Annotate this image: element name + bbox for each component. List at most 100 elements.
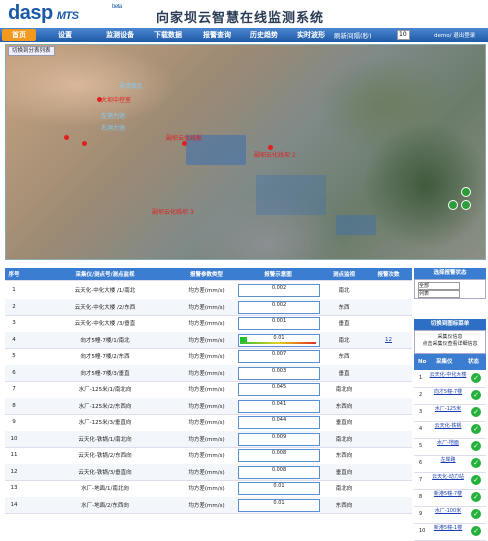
collector-name[interactable]: 新港5幢-1楼 bbox=[429, 525, 467, 531]
collector-item[interactable]: 10 新港5幢-1楼 ✓ bbox=[414, 523, 486, 541]
nav-alarm-query[interactable]: 报警查询 bbox=[196, 29, 238, 41]
collector-item[interactable]: 6 左岸路 ✓ bbox=[414, 455, 486, 473]
row-dir: 垂直向 bbox=[335, 420, 353, 427]
alarm-count-link[interactable]: 12 bbox=[365, 332, 412, 349]
map-zoom-icon[interactable] bbox=[448, 200, 458, 210]
table-row[interactable]: 14 水厂-地面/2/东西向 均方差(mm/s) 0.01 东西向 bbox=[5, 496, 412, 514]
map-marker[interactable] bbox=[82, 141, 87, 146]
row-name: 水厂-地面/1/南北向 bbox=[81, 486, 129, 493]
alarm-count-link[interactable] bbox=[365, 365, 412, 382]
alarm-option-list[interactable]: 列表 bbox=[418, 290, 460, 298]
status-ok-icon: ✓ bbox=[471, 407, 481, 417]
collector-item[interactable]: 2 向才5幢-7楼 ✓ bbox=[414, 387, 486, 405]
nav-devices[interactable]: 监测设备 bbox=[98, 29, 142, 41]
table-row[interactable]: 4 向才5幢-7楼/1/南北 均方差(mm/s) 0.01 南北 12 bbox=[5, 331, 412, 349]
nav-download[interactable]: 下载数据 bbox=[147, 29, 189, 41]
row-name: 水厂-125米/1/南北向 bbox=[78, 387, 132, 394]
table-row[interactable]: 10 云天化-铁锅/1/南北向 均方差(mm/s) 0.009 南北向 bbox=[5, 430, 412, 448]
alarm-count-link[interactable] bbox=[365, 414, 412, 431]
switch-icon-menu[interactable]: 切换到图标菜单 bbox=[414, 319, 486, 330]
alarm-count-link[interactable] bbox=[365, 348, 412, 365]
table-row[interactable]: 5 向才5幢-7楼/2/东西 均方差(mm/s) 0.007 东西 bbox=[5, 348, 412, 366]
row-name: 向才5幢-7楼/2/东西 bbox=[80, 354, 130, 361]
alarm-bar: 0.041 bbox=[238, 399, 320, 413]
collector-item[interactable]: 8 新港5幢-7楼 ✓ bbox=[414, 489, 486, 507]
nav-home[interactable]: 首页 bbox=[2, 29, 36, 41]
collector-name[interactable]: 新港5幢-7楼 bbox=[429, 491, 467, 497]
alarm-count-link[interactable] bbox=[365, 480, 412, 497]
collector-no: 6 bbox=[419, 460, 423, 466]
alarm-count-link[interactable] bbox=[365, 464, 412, 481]
table-row[interactable]: 12 云天化-铁锅/3/垂直向 均方差(mm/s) 0.008 垂直向 bbox=[5, 463, 412, 481]
table-row[interactable]: 6 向才5幢-7楼/3/垂直 均方差(mm/s) 0.003 垂直 bbox=[5, 364, 412, 382]
collector-item[interactable]: 5 水厂-地面 ✓ bbox=[414, 438, 486, 456]
row-type: 均方差(mm/s) bbox=[188, 321, 225, 328]
row-no: 7 bbox=[12, 386, 16, 393]
map-label: 副坝云化线坝 2 bbox=[254, 152, 296, 159]
refresh-select[interactable]: 10 bbox=[397, 30, 410, 40]
row-type: 均方差(mm/s) bbox=[188, 387, 225, 394]
alarm-count-link[interactable] bbox=[365, 447, 412, 464]
row-name: 云天化-铁锅/2/东西向 bbox=[78, 453, 132, 460]
collector-name[interactable]: 水厂-100米 bbox=[429, 508, 467, 514]
map-building bbox=[336, 215, 376, 235]
alarm-count-link[interactable] bbox=[365, 398, 412, 415]
alarm-count-link[interactable] bbox=[365, 299, 412, 316]
collector-item[interactable]: 7 云天化-动力站 ✓ bbox=[414, 472, 486, 490]
nav-history[interactable]: 历史趋势 bbox=[243, 29, 285, 41]
alarm-count-link[interactable] bbox=[365, 282, 412, 299]
table-row[interactable]: 8 水厂-125米/2/东西向 均方差(mm/s) 0.041 东西向 bbox=[5, 397, 412, 415]
table-row[interactable]: 13 水厂-地面/1/南北向 均方差(mm/s) 0.01 南北向 bbox=[5, 480, 412, 498]
map-zoom-icon[interactable] bbox=[461, 200, 471, 210]
table-row[interactable]: 2 云天化-中化大楼 /2/东西 均方差(mm/s) 0.002 东西 bbox=[5, 298, 412, 316]
alarm-option-all[interactable]: 全部 bbox=[418, 282, 460, 290]
alarm-count-link[interactable] bbox=[365, 315, 412, 332]
table-row[interactable]: 11 云天化-铁锅/2/东西向 均方差(mm/s) 0.008 东西向 bbox=[5, 447, 412, 465]
collector-name[interactable]: 云天化-中化大楼 bbox=[429, 372, 467, 378]
alarm-count-link[interactable] bbox=[365, 431, 412, 448]
header: dasp MTS beta 向家坝云智慧在线监测系统 bbox=[0, 0, 488, 28]
alarm-bar: 0.002 bbox=[238, 300, 320, 314]
collector-name[interactable]: 水厂-地面 bbox=[429, 440, 467, 446]
table-row[interactable]: 3 云天化-中化大楼 /3/垂直 均方差(mm/s) 0.001 垂直 bbox=[5, 315, 412, 333]
col-header: 采集仪/测点号/测点监视 bbox=[75, 272, 135, 278]
alarm-count-link[interactable] bbox=[365, 497, 412, 514]
nav-settings[interactable]: 设置 bbox=[52, 29, 78, 41]
map-label: 右消力池 bbox=[101, 125, 126, 132]
collector-name[interactable]: 左岸路 bbox=[429, 457, 467, 463]
table-row[interactable]: 7 水厂-125米/1/南北向 均方差(mm/s) 0.045 南北向 bbox=[5, 381, 412, 399]
row-dir: 南北向 bbox=[335, 436, 353, 443]
collector-name[interactable]: 向才5幢-7楼 bbox=[429, 389, 467, 395]
row-type: 均方差(mm/s) bbox=[188, 403, 225, 410]
table-row[interactable]: 1 云天化-中化大楼 /1/南北 均方差(mm/s) 0.002 南北 bbox=[5, 282, 412, 300]
map-building bbox=[256, 175, 326, 215]
collector-list-header: No 采集仪 状态 bbox=[414, 354, 486, 370]
col-header: 报警次数 bbox=[377, 272, 400, 278]
map-marker[interactable] bbox=[64, 135, 69, 140]
map-list-toggle[interactable]: 切换到分表列表 bbox=[8, 46, 55, 56]
row-name: 水厂-125米/3/垂直向 bbox=[78, 420, 132, 427]
alarm-value: 0.008 bbox=[271, 450, 287, 456]
table-row[interactable]: 9 水厂-125米/3/垂直向 均方差(mm/s) 0.044 垂直向 bbox=[5, 414, 412, 432]
logo: dasp MTS beta bbox=[8, 2, 122, 25]
collector-no: 1 bbox=[419, 375, 423, 381]
user-logout[interactable]: demo/ 退出登录 bbox=[434, 31, 475, 39]
collector-item[interactable]: 3 水厂-125米 ✓ bbox=[414, 404, 486, 422]
row-dir: 东西向 bbox=[335, 453, 353, 460]
map-zoom-icon[interactable] bbox=[461, 187, 471, 197]
collector-item[interactable]: 1 云天化-中化大楼 ✓ bbox=[414, 370, 486, 388]
collector-item[interactable]: 4 云天化-铁锅 ✓ bbox=[414, 421, 486, 439]
collector-no: 10 bbox=[419, 528, 426, 534]
alarm-status-select[interactable]: 全部 列表 bbox=[414, 279, 486, 299]
collector-name[interactable]: 云天化-铁锅 bbox=[429, 423, 467, 429]
row-type: 均方差(mm/s) bbox=[188, 436, 225, 443]
nav-waveform[interactable]: 实时波形 bbox=[290, 29, 332, 41]
row-type: 均方差(mm/s) bbox=[188, 420, 225, 427]
collector-name[interactable]: 水厂-125米 bbox=[429, 406, 467, 412]
satellite-map[interactable]: 切换到分表列表 导流底孔 大坝中控室 左消力池 右消力池 副坝云化线板 副坝云化… bbox=[5, 44, 486, 260]
collector-item[interactable]: 9 水厂-100米 ✓ bbox=[414, 506, 486, 524]
alarm-count-link[interactable] bbox=[365, 381, 412, 398]
collector-name[interactable]: 云天化-动力站 bbox=[429, 474, 467, 480]
alarm-threshold-strip bbox=[240, 341, 316, 344]
row-type: 均方差(mm/s) bbox=[188, 288, 225, 295]
